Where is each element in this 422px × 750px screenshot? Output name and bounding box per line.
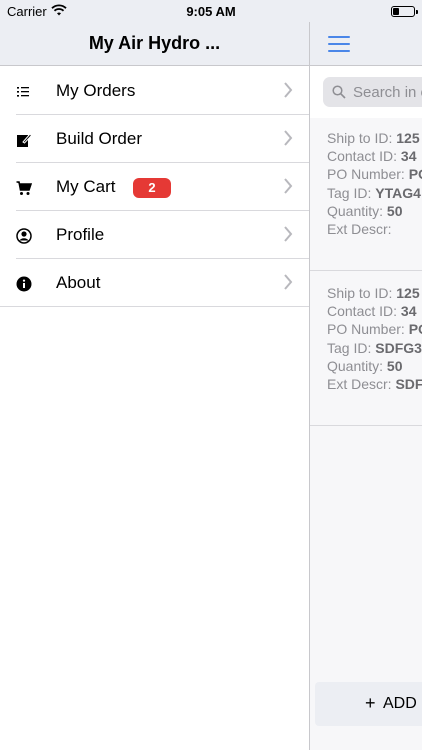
order-card[interactable]: Ship to ID: 125 Contact ID: 34 PO Number…	[310, 119, 422, 271]
chevron-right-icon	[284, 178, 293, 194]
cart-icon	[16, 181, 32, 195]
list-icon	[17, 87, 29, 97]
add-button-label: ADD I	[383, 695, 422, 712]
hamburger-menu-icon[interactable]	[328, 36, 350, 52]
ext-descr-row: Ext Descr: SDF	[327, 376, 422, 392]
ext-descr-row: Ext Descr:	[327, 221, 392, 237]
drawer-header: My Air Hydro ...	[0, 22, 309, 66]
menu-item-build-order[interactable]: Build Order	[16, 115, 309, 163]
tag-row: Tag ID: YTAG4	[327, 185, 421, 201]
order-card[interactable]: Ship to ID: 125 Contact ID: 34 PO Number…	[310, 274, 422, 426]
cart-count-badge: 2	[133, 178, 171, 198]
chevron-right-icon	[284, 82, 293, 98]
search-placeholder: Search in o	[353, 84, 422, 101]
info-icon	[16, 276, 32, 292]
edit-icon	[17, 133, 32, 147]
status-time: 9:05 AM	[186, 4, 236, 19]
menu-item-my-orders[interactable]: My Orders	[16, 67, 309, 115]
search-icon	[332, 85, 346, 99]
add-order-button[interactable]: + ADD I	[315, 682, 422, 726]
po-row: PO Number: PO	[327, 166, 422, 182]
contact-row: Contact ID: 34	[327, 303, 417, 319]
orders-panel: Search in o Ship to ID: 125 Contact ID: …	[309, 0, 422, 750]
contact-row: Contact ID: 34	[327, 148, 417, 164]
search-bar: Search in o	[310, 66, 422, 118]
quantity-row: Quantity: 50	[327, 203, 403, 219]
chevron-right-icon	[284, 226, 293, 242]
search-input[interactable]: Search in o	[323, 77, 422, 107]
content-header	[310, 22, 422, 66]
quantity-row: Quantity: 50	[327, 358, 403, 374]
menu-item-label: My Cart	[56, 177, 116, 196]
plus-icon: +	[365, 693, 376, 713]
ship-to-row: Ship to ID: 125	[327, 285, 420, 301]
chevron-right-icon	[284, 130, 293, 146]
side-drawer: My Air Hydro ... My Orders Build Order M…	[0, 0, 309, 750]
battery-icon	[391, 6, 418, 17]
ship-to-row: Ship to ID: 125	[327, 130, 420, 146]
status-bar: Carrier 9:05 AM	[0, 0, 422, 22]
menu-item-label: Profile	[56, 225, 105, 244]
po-row: PO Number: PO	[327, 321, 422, 337]
chevron-right-icon	[284, 274, 293, 290]
menu-item-about[interactable]: About	[0, 259, 309, 307]
person-icon	[16, 228, 32, 244]
menu-item-label: About	[56, 273, 101, 292]
tag-row: Tag ID: SDFG3	[327, 340, 422, 356]
menu-item-label: Build Order	[56, 129, 142, 148]
drawer-title: My Air Hydro ...	[88, 33, 221, 53]
menu-item-label: My Orders	[56, 81, 136, 100]
menu-item-my-cart[interactable]: My Cart 2	[16, 163, 309, 211]
menu-item-profile[interactable]: Profile	[16, 211, 309, 259]
drawer-menu: My Orders Build Order My Cart 2 Profile …	[0, 67, 309, 307]
